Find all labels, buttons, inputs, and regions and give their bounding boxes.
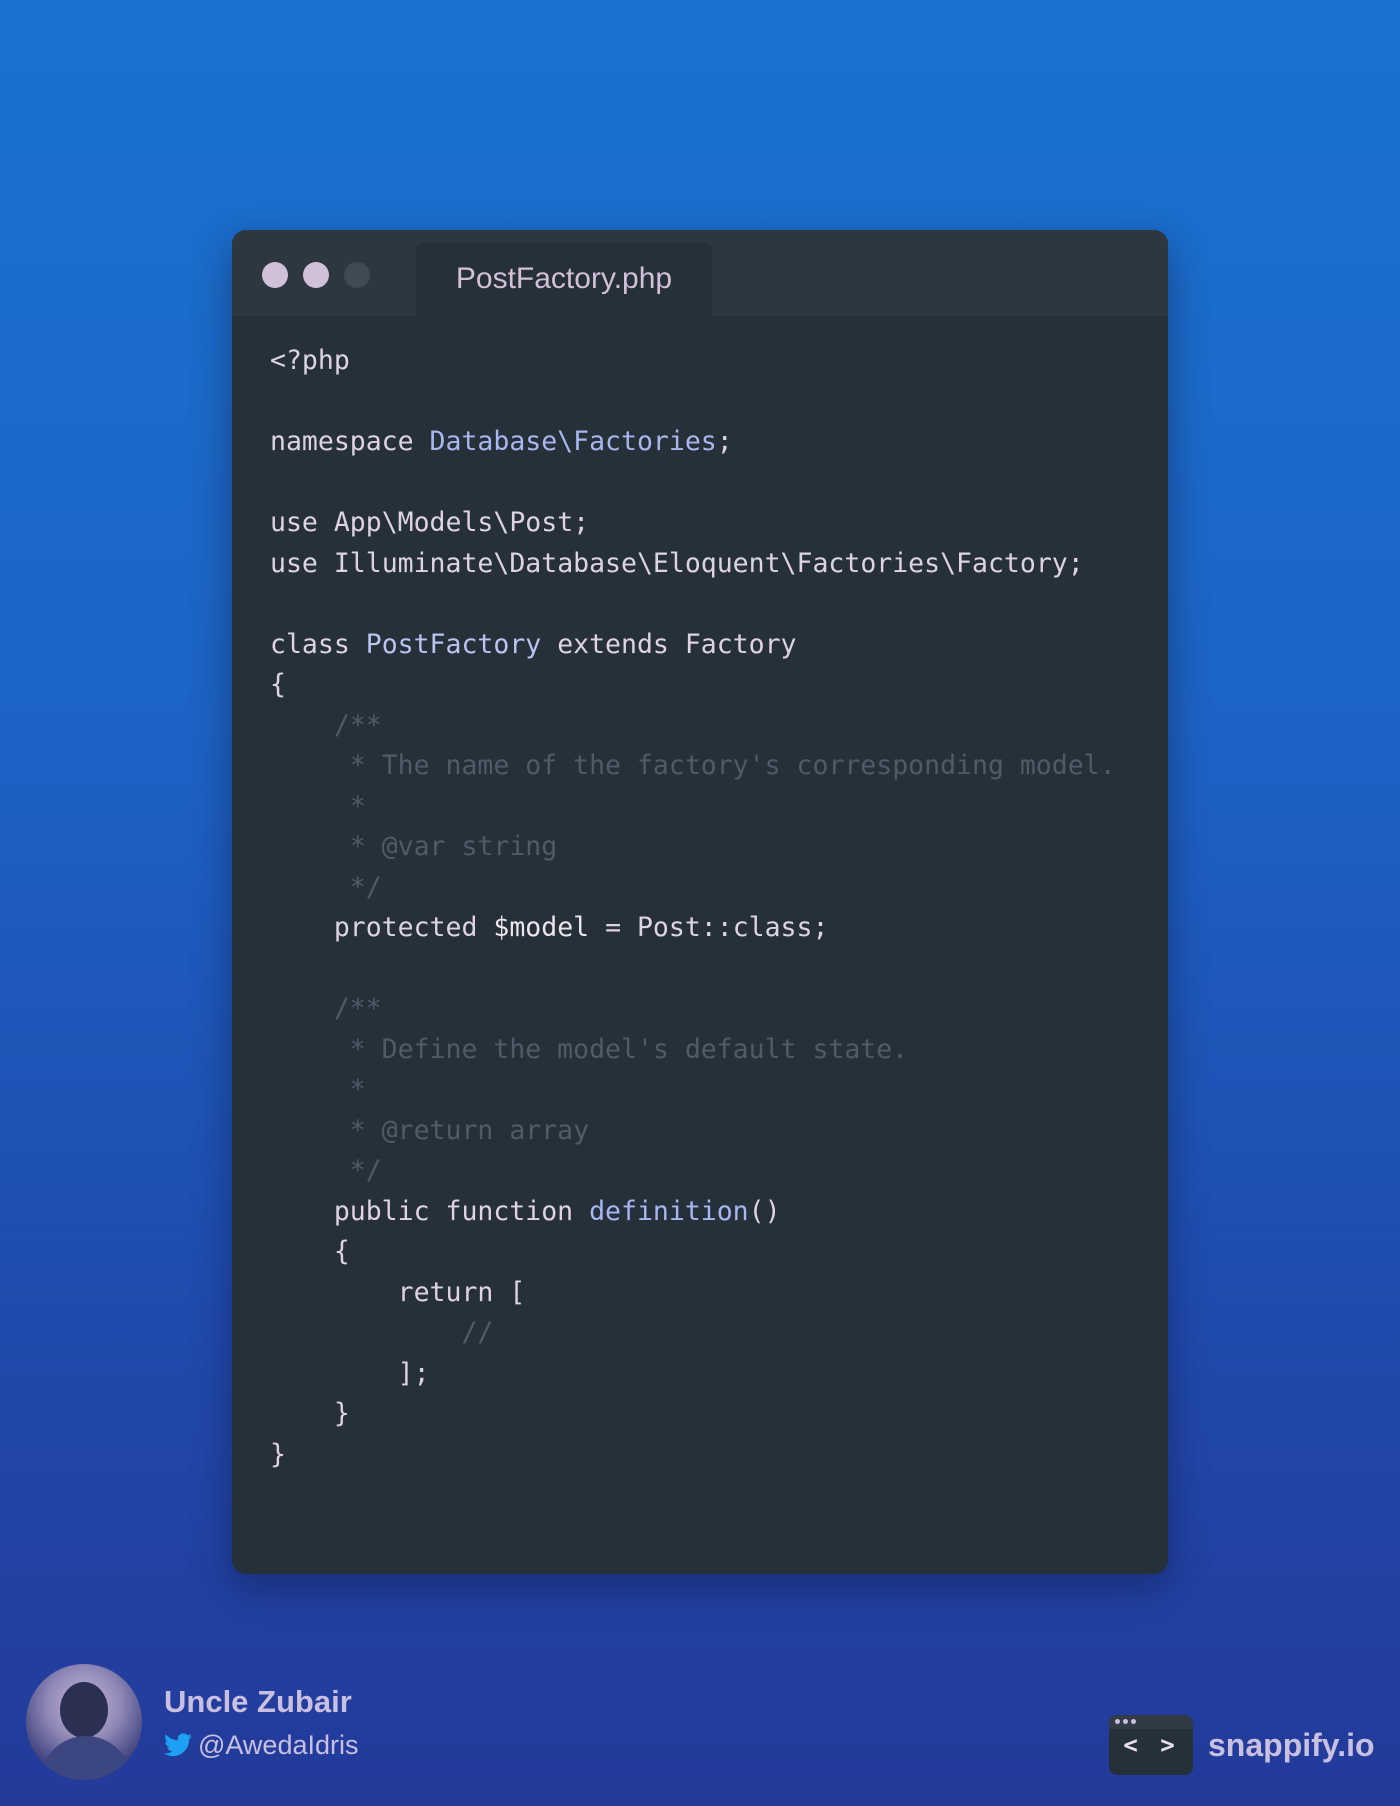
code-token: $model (493, 912, 590, 943)
code-token: definition (589, 1195, 749, 1227)
minimize-dot-icon (303, 262, 329, 288)
code-line: * @return array (270, 1111, 1116, 1152)
code-line: ]; (270, 1354, 1116, 1395)
file-tab[interactable]: PostFactory.php (416, 242, 712, 316)
code-line: /** (270, 706, 1116, 747)
code-line: class PostFactory extends Factory (270, 625, 1116, 666)
code-line: } (270, 1394, 1116, 1435)
code-token: /** (270, 993, 382, 1024)
code-line: * (270, 1070, 1116, 1111)
code-line: <?php (270, 341, 1116, 382)
brand-block[interactable]: < > snappify.io (1109, 1715, 1375, 1775)
code-token: Factory (684, 628, 797, 660)
code-token: { (270, 669, 286, 700)
code-token: * The name of the factory's correspondin… (270, 750, 1116, 781)
code-token: namespace (270, 426, 430, 457)
window-titlebar: PostFactory.php (232, 230, 1168, 316)
code-token: Illuminate\Database\Eloquent\Factories\F… (333, 547, 1084, 579)
code-token: } (270, 1438, 286, 1470)
code-line: protected $model = Post::class; (270, 908, 1116, 949)
code-token: <?php (270, 345, 350, 376)
maximize-dot-icon (344, 262, 370, 288)
code-token: * @var string (270, 831, 558, 862)
code-line: { (270, 665, 1116, 706)
code-line: public function definition() (270, 1192, 1116, 1233)
window-controls (262, 262, 370, 288)
twitter-icon (164, 1733, 192, 1757)
code-token: * (270, 790, 366, 822)
code-line: */ (270, 1151, 1116, 1192)
code-line: { (270, 1232, 1116, 1273)
code-token: * (270, 1074, 366, 1105)
code-token: * Define the model's default state. (270, 1033, 909, 1065)
code-line: * The name of the factory's correspondin… (270, 746, 1116, 787)
code-token: protected (270, 912, 494, 943)
author-handle-row[interactable]: @AwedaIdris (164, 1730, 358, 1761)
close-dot-icon (262, 262, 288, 288)
brand-logo-glyph: < > (1123, 1731, 1179, 1759)
author-name: Uncle Zubair (164, 1683, 352, 1719)
code-token: */ (270, 1155, 382, 1186)
code-line: use Illuminate\Database\Eloquent\Factori… (270, 544, 1116, 585)
code-line: namespace Database\Factories; (270, 422, 1116, 463)
code-token: PostFactory (365, 628, 542, 660)
author-card: Uncle Zubair @AwedaIdris (26, 1664, 358, 1780)
code-line: /** (270, 989, 1116, 1030)
code-line: // (270, 1313, 1116, 1354)
brand-name: snappify.io (1208, 1726, 1375, 1763)
code-token: * @return array (270, 1114, 590, 1146)
code-token: Database\Factories (429, 426, 717, 457)
code-token: // (270, 1317, 494, 1348)
code-token: use (270, 547, 334, 579)
code-token: ]; (270, 1357, 430, 1389)
code-line: * @var string (270, 827, 1116, 868)
code-line: use App\Models\Post; (270, 503, 1116, 544)
code-line: * Define the model's default state. (270, 1030, 1116, 1071)
code-window: PostFactory.php <?php namespace Database… (232, 230, 1168, 1574)
code-token: } (270, 1398, 350, 1429)
code-token: class (270, 628, 366, 660)
code-line: } (270, 1435, 1116, 1476)
code-line: */ (270, 868, 1116, 909)
code-token: */ (270, 871, 382, 903)
code-block: <?php namespace Database\Factories; use … (270, 341, 1116, 1475)
code-token: return [ (270, 1276, 526, 1308)
code-token: /** (270, 709, 382, 741)
avatar (26, 1664, 142, 1780)
code-token: extends (541, 628, 685, 660)
code-token: ; (716, 426, 733, 457)
file-tab-label: PostFactory.php (455, 262, 673, 295)
snappify-logo-icon: < > (1109, 1715, 1193, 1775)
code-token: use (270, 507, 334, 538)
code-token: () (748, 1195, 781, 1227)
code-line: * (270, 787, 1116, 828)
code-token: App\Models\Post; (333, 507, 590, 538)
code-token: = Post::class; (589, 912, 829, 943)
code-token: public function (270, 1195, 590, 1227)
author-handle: @AwedaIdris (198, 1729, 359, 1760)
code-token: { (270, 1236, 350, 1267)
code-line: return [ (270, 1273, 1116, 1314)
